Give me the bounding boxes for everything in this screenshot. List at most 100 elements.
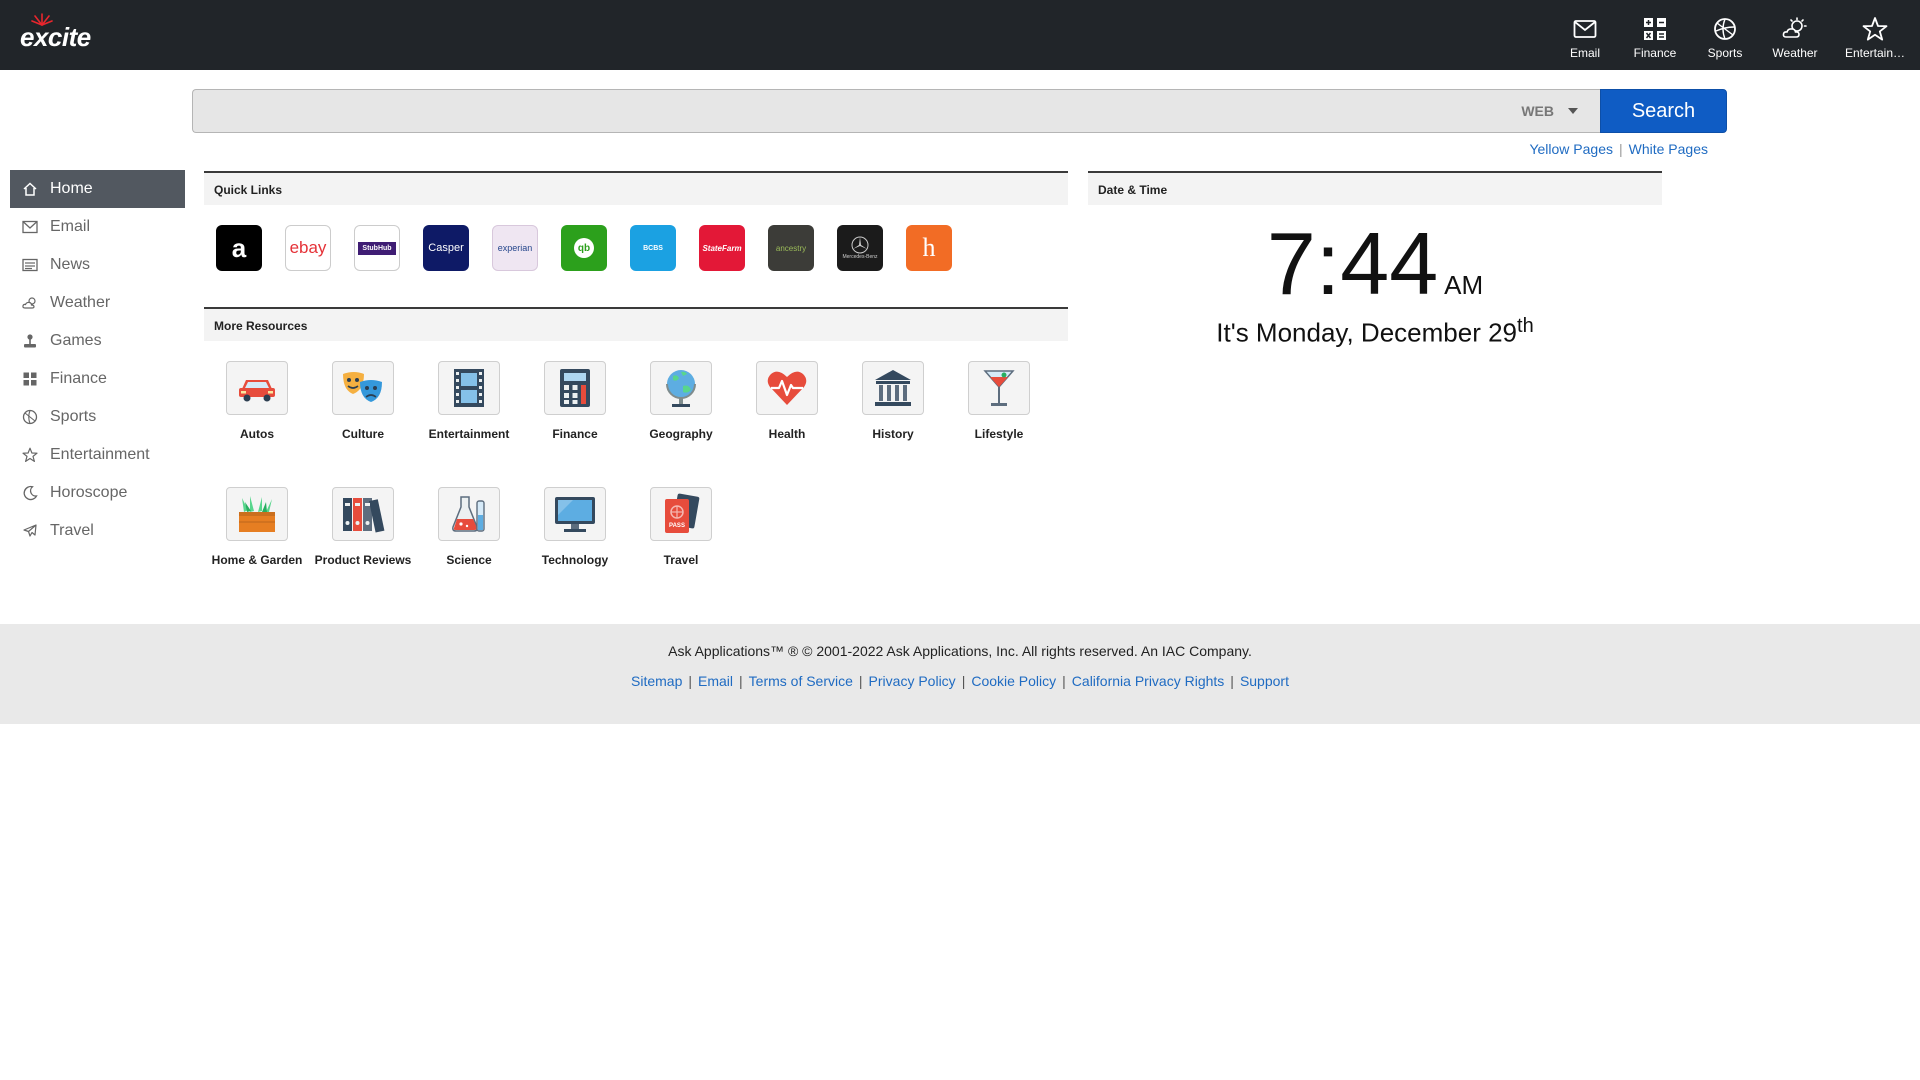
sidebar-item-label: Entertainment [50,446,150,463]
quicklink-stubhub[interactable]: StubHub [354,225,400,271]
binders-icon [332,487,394,541]
car-icon [226,361,288,415]
quicklink-casper[interactable]: Casper [423,225,469,271]
svg-text:PASS: PASS [669,523,685,529]
search-button[interactable]: Search [1600,89,1727,133]
quicklink-amazon[interactable]: a [216,225,262,271]
resource-culture[interactable]: Culture [310,361,416,441]
sidebar-item-games[interactable]: Games [10,322,185,360]
resource-autos[interactable]: Autos [204,361,310,441]
sidebar-item-travel[interactable]: Travel [10,512,185,550]
sidebar-item-sports[interactable]: Sports [10,398,185,436]
search-box: WEB [192,89,1600,133]
resource-label: Science [446,553,492,567]
planter-icon [226,487,288,541]
resource-entertainment[interactable]: Entertainment [416,361,522,441]
topnav-sports[interactable]: Sports [1690,0,1760,70]
resource-health[interactable]: Health [734,361,840,441]
quick-links-row: a ebay StubHub Casper experian qb BCBS S… [204,205,1068,271]
topnav-label: Email [1569,46,1600,60]
sidebar-item-label: Sports [50,408,97,425]
ball-icon [22,409,38,425]
footer-link-california-privacy[interactable]: California Privacy Rights [1072,673,1225,689]
resource-finance[interactable]: Finance [522,361,628,441]
calculator-icon [544,361,606,415]
resource-label: Health [768,427,806,441]
moon-icon [22,485,38,501]
clock: 7:44 AM [1088,213,1662,315]
resource-label: Geography [649,427,713,441]
quicklink-ancestry[interactable]: ancestry [768,225,814,271]
search-type-label: WEB [1521,103,1554,119]
quicklink-ebay[interactable]: ebay [285,225,331,271]
footer-links: Sitemap | Email | Terms of Service | Privacy P… [0,673,1920,689]
quicklink-mercedes[interactable]: Mercedes-Benz [837,225,883,271]
yellow-pages-link[interactable]: Yellow Pages [1529,141,1613,157]
white-pages-link[interactable]: White Pages [1629,141,1708,157]
resource-label: Home & Garden [211,553,303,567]
footer-link-sitemap[interactable]: Sitemap [631,673,682,689]
search-bar: WEB Search [192,89,1727,133]
quicklink-quickbooks[interactable]: qb [561,225,607,271]
topnav-label: Finance [1633,46,1677,60]
footer-link-privacy[interactable]: Privacy Policy [869,673,956,689]
resource-label: History [872,427,914,441]
footer-link-terms[interactable]: Terms of Service [749,673,853,689]
sidebar-item-home[interactable]: Home [10,170,185,208]
sidebar-item-finance[interactable]: Finance [10,360,185,398]
joystick-icon [22,333,38,349]
resource-travel[interactable]: PASS Travel [628,487,734,567]
quicklink-experian[interactable]: experian [492,225,538,271]
resource-label: Technology [541,553,609,567]
topnav-entertainment[interactable]: Entertain… [1830,0,1920,70]
topnav-label: Weather [1772,46,1818,60]
quicklink-honey[interactable]: h [906,225,952,271]
mercedes-star-icon [851,236,869,254]
footer-link-email[interactable]: Email [698,673,733,689]
resource-history[interactable]: History [840,361,946,441]
sidebar-item-label: News [50,256,91,273]
more-resources-panel: More Resources Autos Culture Entertainme… [204,307,1068,601]
footer-link-cookie[interactable]: Cookie Policy [971,673,1056,689]
resource-lifestyle[interactable]: Lifestyle [946,361,1052,441]
topnav-label: Entertain… [1844,46,1906,60]
resource-product-reviews[interactable]: Product Reviews [310,487,416,567]
search-type-dropdown[interactable]: WEB [1521,90,1578,132]
quicklink-bluecross[interactable]: BCBS [630,225,676,271]
sidebar-item-weather[interactable]: Weather [10,284,185,322]
topnav-weather[interactable]: Weather [1760,0,1830,70]
resource-science[interactable]: Science [416,487,522,567]
sidebar-item-news[interactable]: News [10,246,185,284]
monitor-icon [544,487,606,541]
separator: | [961,673,966,689]
sidebar-item-email[interactable]: Email [10,208,185,246]
date-line: It's Monday, December 29th [1088,315,1662,349]
sidebar-item-label: Travel [50,522,94,539]
topnav-email[interactable]: Email [1550,0,1620,70]
resource-geography[interactable]: Geography [628,361,734,441]
resource-label: Lifestyle [974,427,1024,441]
search-input[interactable] [193,90,1513,132]
resource-home-garden[interactable]: Home & Garden [204,487,310,567]
date-time-title: Date & Time [1088,171,1662,205]
ball-icon [1712,16,1738,42]
quicklink-label: StateFarm [702,243,742,253]
quicklink-statefarm[interactable]: StateFarm [699,225,745,271]
resource-label: Product Reviews [314,553,412,567]
quicklink-label: BCBS [643,244,663,252]
resource-label: Entertainment [428,427,510,441]
excite-logo[interactable]: excite [20,13,110,54]
footer-link-support[interactable]: Support [1240,673,1289,689]
footer: Ask Applications™ ® © 2001-2022 Ask Appl… [0,624,1920,724]
quicklink-label: StubHub [358,241,396,255]
sidebar-item-entertainment[interactable]: Entertainment [10,436,185,474]
sidebar-item-label: Games [50,332,102,349]
quicklink-label: ebay [289,238,327,257]
topnav-finance[interactable]: Finance [1620,0,1690,70]
museum-icon [862,361,924,415]
sun-cloud-icon [22,295,38,311]
resource-technology[interactable]: Technology [522,487,628,567]
theater-masks-icon [332,361,394,415]
topnav-label: Sports [1707,46,1743,60]
sidebar-item-horoscope[interactable]: Horoscope [10,474,185,512]
